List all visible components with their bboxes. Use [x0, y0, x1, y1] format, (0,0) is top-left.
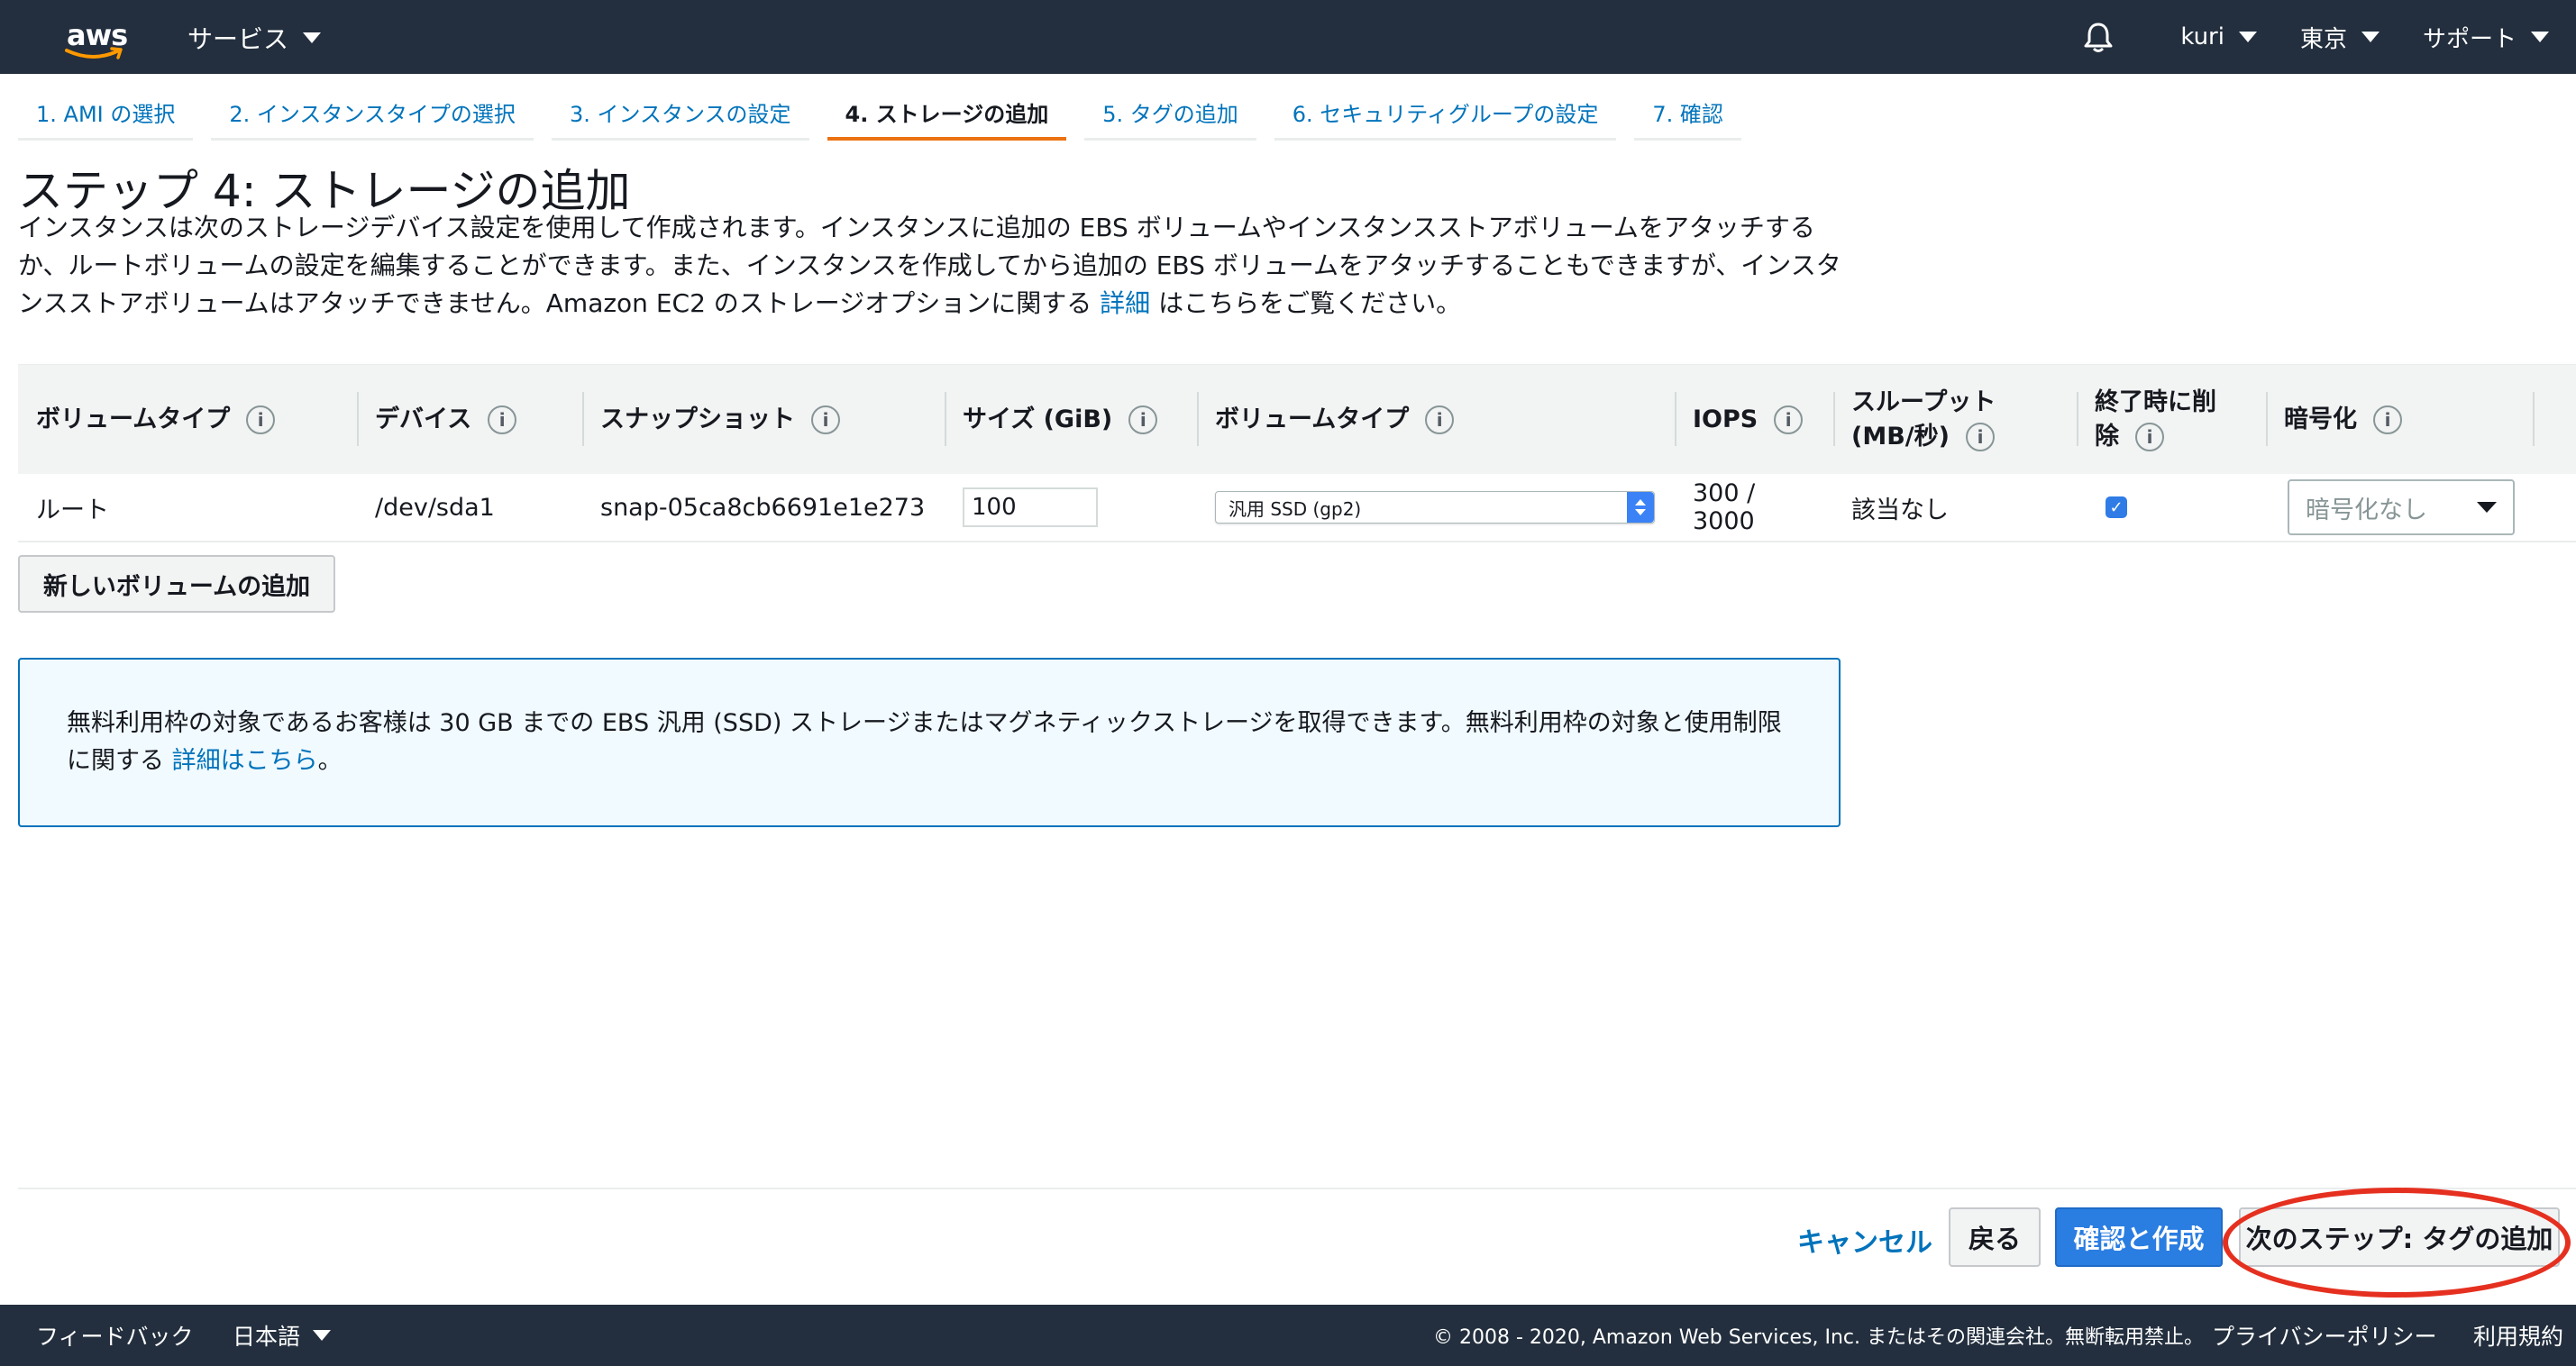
cell-encryption: 暗号化なし [2266, 479, 2533, 535]
table-header: ボリュームタイプ i デバイス i スナップショット i サイズ (GiB) i ボリュ… [18, 364, 2576, 474]
notifications-button[interactable] [2061, 21, 2159, 53]
header-spacer [2533, 365, 2576, 475]
header-label: デバイス [375, 405, 472, 433]
header-ebs-volume-type: ボリュームタイプ i [1197, 365, 1675, 475]
terms-link[interactable]: 利用規約 [2473, 1319, 2563, 1352]
header-label: IOPS [1693, 405, 1758, 433]
encryption-value: 暗号化なし [2306, 496, 2427, 524]
user-menu[interactable]: kuri [2159, 23, 2279, 50]
aws-logo[interactable]: aws [65, 13, 130, 61]
header-encryption: 暗号化 i [2266, 365, 2533, 475]
review-and-launch-button[interactable]: 確認と作成 [2055, 1207, 2223, 1267]
info-icon[interactable]: i [2135, 422, 2164, 451]
services-label: サービス [187, 24, 289, 54]
header-label: スループット [1851, 387, 1996, 416]
info-icon[interactable]: i [1425, 405, 1455, 434]
header-throughput: スループット (MB/秒) i [1833, 365, 2077, 475]
header-size: サイズ (GiB) i [945, 365, 1197, 475]
chevron-down-icon [303, 32, 322, 43]
header-label: 除 [2095, 422, 2119, 451]
info-icon[interactable]: i [1128, 405, 1158, 434]
footer: フィードバック 日本語 © 2008 - 2020, Amazon Web Se… [0, 1305, 2576, 1366]
back-button[interactable]: 戻る [1949, 1207, 2041, 1267]
intro-text: インスタンスは次のストレージデバイス設定を使用して作成されます。インスタンスに追… [18, 209, 1857, 323]
support-label: サポート [2422, 25, 2517, 53]
cell-throughput: 該当なし [1851, 496, 1949, 524]
cell-device: /dev/sda1 [375, 493, 495, 522]
storage-options-link[interactable]: 詳細 [1100, 288, 1150, 318]
add-volume-button[interactable]: 新しいボリュームの追加 [18, 555, 335, 613]
header-label: 暗号化 [2284, 405, 2357, 433]
tab-security-group[interactable]: 6. セキュリティグループの設定 [1274, 87, 1617, 141]
region-label: 東京 [2299, 25, 2347, 53]
info-icon[interactable]: i [488, 405, 517, 434]
header-label: スナップショット [600, 405, 795, 433]
cell-iops: 300 / 3000 [1693, 479, 1756, 535]
language-selector[interactable]: 日本語 [233, 1319, 332, 1352]
header-label: サイズ (GiB) [963, 405, 1113, 433]
info-icon[interactable]: i [1774, 405, 1804, 434]
tab-add-tags[interactable]: 5. タグの追加 [1084, 87, 1256, 141]
wizard-steps: 1. AMI の選択 2. インスタンスタイプの選択 3. インスタンスの設定 … [18, 87, 1759, 142]
header-label: ボリュームタイプ [36, 405, 231, 433]
services-menu[interactable]: サービス [187, 20, 322, 56]
header-label: ボリュームタイプ [1215, 405, 1410, 433]
header-iops: IOPS i [1675, 365, 1833, 475]
intro-body: インスタンスは次のストレージデバイス設定を使用して作成されます。インスタンスに追… [18, 213, 1841, 318]
cell-volume-type: ルート [36, 496, 109, 524]
actions-divider [18, 1188, 2576, 1189]
header-label: 終了時に削 [2095, 387, 2216, 416]
cell-ebs-volume-type: 汎用 SSD (gp2) [1197, 491, 1675, 524]
header-volume-type: ボリュームタイプ i [18, 365, 357, 475]
cell-delete-on-termination: ✓ [2077, 496, 2266, 518]
highlight-annotation-ring [2223, 1188, 2571, 1298]
feedback-link[interactable]: フィードバック [36, 1319, 194, 1352]
encryption-select[interactable]: 暗号化なし [2288, 479, 2515, 535]
free-tier-info-box: 無料利用枠の対象であるお客様は 30 GB までの EBS 汎用 (SSD) ス… [18, 658, 1841, 827]
bell-icon [2084, 23, 2113, 52]
top-navigation: aws サービス kuri 東京 サポート [0, 0, 2576, 74]
size-input[interactable] [963, 487, 1098, 527]
header-delete-on-termination: 終了時に削 除i [2077, 365, 2266, 475]
tab-add-storage[interactable]: 4. ストレージの追加 [827, 87, 1067, 141]
header-device: デバイス i [357, 365, 582, 475]
chevron-down-icon [313, 1330, 332, 1341]
volume-type-value: 汎用 SSD (gp2) [1229, 497, 1362, 520]
header-label: (MB/秒) [1851, 422, 1950, 451]
storage-table: ボリュームタイプ i デバイス i スナップショット i サイズ (GiB) i ボリュ… [18, 364, 2576, 542]
info-icon[interactable]: i [246, 405, 276, 434]
chevron-down-icon [2238, 32, 2257, 42]
support-menu[interactable]: サポート [2401, 21, 2576, 54]
volume-type-select[interactable]: 汎用 SSD (gp2) [1215, 491, 1655, 524]
header-snapshot: スナップショット i [582, 365, 945, 475]
copyright-text: © 2008 - 2020, Amazon Web Services, Inc.… [1433, 1326, 2205, 1349]
tab-ami-selection[interactable]: 1. AMI の選択 [18, 87, 194, 141]
tab-review[interactable]: 7. 確認 [1634, 87, 1741, 141]
delete-on-termination-checkbox[interactable]: ✓ [2106, 496, 2127, 518]
intro-suffix: はこちらをご覧ください。 [1158, 288, 1462, 318]
info-icon[interactable]: i [811, 405, 840, 434]
chevron-down-icon [2531, 32, 2549, 42]
table-row: ルート /dev/sda1 snap-05ca8cb6691e1e273 汎用 … [18, 474, 2576, 542]
user-label: kuri [2180, 23, 2224, 50]
info-icon[interactable]: i [1966, 422, 1995, 451]
select-stepper-icon [1627, 492, 1654, 523]
tab-instance-config[interactable]: 3. インスタンスの設定 [551, 87, 809, 141]
aws-smile-icon [65, 47, 123, 59]
header-throughput-text: スループット (MB/秒) i [1851, 386, 1996, 454]
language-label: 日本語 [233, 1324, 301, 1350]
tab-instance-type[interactable]: 2. インスタンスタイプの選択 [211, 87, 534, 141]
privacy-policy-link[interactable]: プライバシーポリシー [2212, 1319, 2437, 1352]
cancel-button[interactable]: キャンセル [1797, 1220, 1932, 1260]
chevron-down-icon [2477, 502, 2497, 513]
free-tier-suffix: 。 [317, 747, 343, 775]
info-icon[interactable]: i [2373, 405, 2402, 434]
cell-size [945, 487, 1197, 527]
chevron-down-icon [2361, 32, 2380, 42]
cell-snapshot: snap-05ca8cb6691e1e273 [600, 493, 926, 522]
free-tier-details-link[interactable]: 詳細はこちら [172, 747, 318, 775]
region-menu[interactable]: 東京 [2279, 21, 2401, 54]
header-delete-text: 終了時に削 除i [2095, 386, 2216, 454]
